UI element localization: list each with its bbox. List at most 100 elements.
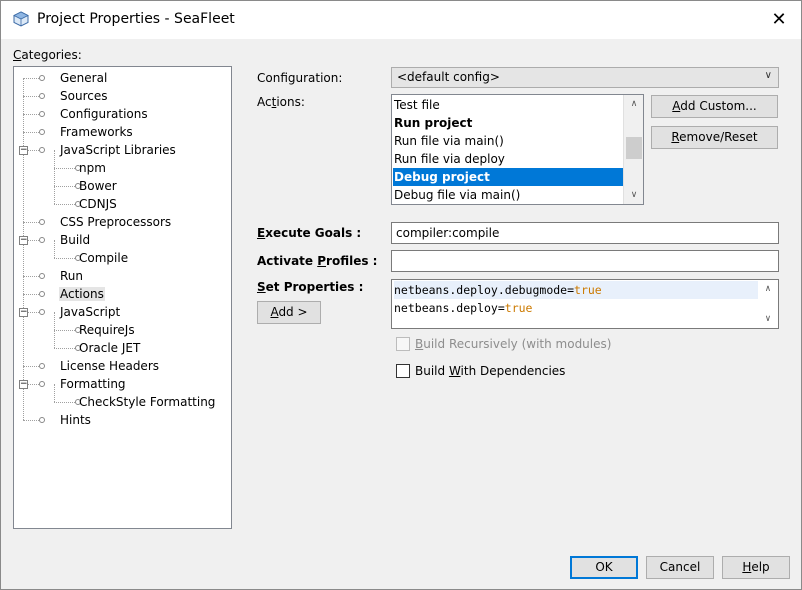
add-property-button[interactable]: Add >	[257, 301, 321, 324]
scroll-up-icon[interactable]: ∧	[624, 95, 643, 113]
action-item[interactable]: Run file via deploy	[393, 150, 623, 168]
tree-connector	[54, 348, 75, 349]
tree-node-icon	[39, 237, 45, 243]
tree-item-label: CheckStyle Formatting	[79, 395, 216, 409]
tree-item[interactable]: CSS Preprocessors	[59, 213, 172, 231]
tree-item[interactable]: Run	[59, 267, 84, 285]
tree-item[interactable]: Frameworks	[59, 123, 134, 141]
build-with-dependencies-checkbox[interactable]	[396, 364, 410, 378]
build-recursively-label: Build Recursively (with modules)	[415, 337, 612, 351]
tree-node-icon	[39, 75, 45, 81]
cancel-button[interactable]: Cancel	[646, 556, 714, 579]
tree-node-icon	[39, 291, 45, 297]
tree-node-icon	[39, 417, 45, 423]
set-properties-editor[interactable]: netbeans.deploy.debugmode=true netbeans.d…	[391, 279, 779, 329]
action-item[interactable]: Run project	[393, 114, 623, 132]
configuration-combo[interactable]: <default config> ∨	[391, 67, 779, 88]
tree-item[interactable]: Formatting	[59, 375, 127, 393]
tree-connector	[54, 258, 75, 259]
collapse-icon[interactable]: −	[19, 308, 28, 317]
categories-tree[interactable]: General Sources Configurations Frameworks − J…	[13, 66, 232, 529]
set-properties-label: Set Properties :	[257, 280, 364, 294]
tree-item[interactable]: License Headers	[59, 357, 160, 375]
remove-reset-button[interactable]: Remove/Reset	[651, 126, 778, 149]
property-line[interactable]: netbeans.deploy.debugmode=true	[394, 281, 758, 299]
action-item[interactable]: Debug project	[393, 168, 623, 186]
actions-scrollbar[interactable]: ∧ ∨	[623, 95, 643, 204]
tree-item[interactable]: Build	[59, 231, 91, 249]
title-bar: Project Properties - SeaFleet ✕	[1, 1, 801, 39]
scroll-thumb[interactable]	[626, 137, 642, 159]
tree-connector	[23, 78, 39, 79]
tree-node-icon	[39, 219, 45, 225]
scroll-down-icon[interactable]: ∨	[758, 310, 778, 328]
tree-item[interactable]: Bower	[78, 177, 118, 195]
tree-node-icon	[39, 381, 45, 387]
tree-connector	[23, 366, 39, 367]
execute-goals-value: compiler:compile	[396, 226, 500, 240]
tree-item[interactable]: CDNJS	[78, 195, 118, 213]
scroll-up-icon[interactable]: ∧	[758, 280, 778, 298]
property-value: true	[574, 283, 602, 297]
tree-node-icon	[39, 363, 45, 369]
tree-item-label: Actions	[59, 287, 105, 301]
activate-profiles-input[interactable]	[391, 250, 779, 272]
tree-item-label: Build	[60, 233, 91, 247]
action-item[interactable]: Debug file via main()	[393, 186, 623, 204]
close-button[interactable]: ✕	[757, 1, 801, 37]
tree-item[interactable]: JavaScript Libraries	[59, 141, 177, 159]
tree-connector	[54, 204, 75, 205]
tree-item-label: Sources	[60, 89, 108, 103]
netbeans-project-icon	[13, 11, 29, 27]
collapse-icon[interactable]: −	[19, 380, 28, 389]
tree-node-icon	[39, 309, 45, 315]
ok-button[interactable]: OK	[570, 556, 638, 579]
tree-item[interactable]: Sources	[59, 87, 108, 105]
tree-item[interactable]: Hints	[59, 411, 92, 429]
tree-guide-line	[54, 312, 55, 330]
tree-item-label: Frameworks	[60, 125, 133, 139]
execute-goals-input[interactable]: compiler:compile	[391, 222, 779, 244]
help-button[interactable]: Help	[722, 556, 790, 579]
property-key: netbeans.deploy=	[394, 301, 505, 315]
scroll-down-icon[interactable]: ∨	[624, 186, 643, 204]
tree-item[interactable]: Actions	[59, 285, 105, 303]
action-item[interactable]: Run file via main()	[393, 132, 623, 150]
tree-item[interactable]: Oracle JET	[78, 339, 141, 357]
tree-guide-line	[54, 330, 55, 348]
tree-connector	[54, 402, 75, 403]
close-icon: ✕	[771, 8, 787, 30]
action-item[interactable]: Test file	[393, 96, 623, 114]
property-value: true	[504, 301, 533, 315]
tree-item[interactable]: Configurations	[59, 105, 149, 123]
tree-item-label: Compile	[79, 251, 129, 265]
configuration-label: Configuration:	[257, 71, 343, 85]
actions-list[interactable]: Test file Run project Run file via main() R…	[391, 94, 644, 205]
collapse-icon[interactable]: −	[19, 236, 28, 245]
tree-connector	[54, 186, 75, 187]
tree-item[interactable]: CheckStyle Formatting	[78, 393, 216, 411]
collapse-icon[interactable]: −	[19, 146, 28, 155]
property-line[interactable]: netbeans.deploy=true	[394, 299, 532, 317]
tree-connector	[54, 168, 75, 169]
tree-item[interactable]: RequireJs	[78, 321, 136, 339]
build-with-dependencies-label: Build With Dependencies	[415, 364, 566, 378]
actions-label: Actions:	[257, 95, 305, 109]
tree-connector	[23, 114, 39, 115]
execute-goals-label: Execute Goals :	[257, 226, 362, 240]
add-custom-button[interactable]: Add Custom...	[651, 95, 778, 118]
tree-item[interactable]: General	[59, 69, 108, 87]
tree-item[interactable]: JavaScript	[59, 303, 121, 321]
tree-connector	[23, 294, 39, 295]
configuration-value: <default config>	[397, 70, 500, 84]
tree-item[interactable]: Compile	[78, 249, 129, 267]
tree-item-label: Configurations	[60, 107, 148, 121]
tree-item-label: JavaScript	[60, 305, 121, 319]
tree-item-label: Oracle JET	[79, 341, 141, 355]
properties-scrollbar[interactable]: ∧ ∨	[758, 280, 778, 328]
build-recursively-checkbox[interactable]	[396, 337, 410, 351]
tree-node-icon	[39, 93, 45, 99]
window-title: Project Properties - SeaFleet	[37, 11, 235, 27]
tree-item-label: RequireJs	[79, 323, 135, 337]
tree-item[interactable]: npm	[78, 159, 107, 177]
